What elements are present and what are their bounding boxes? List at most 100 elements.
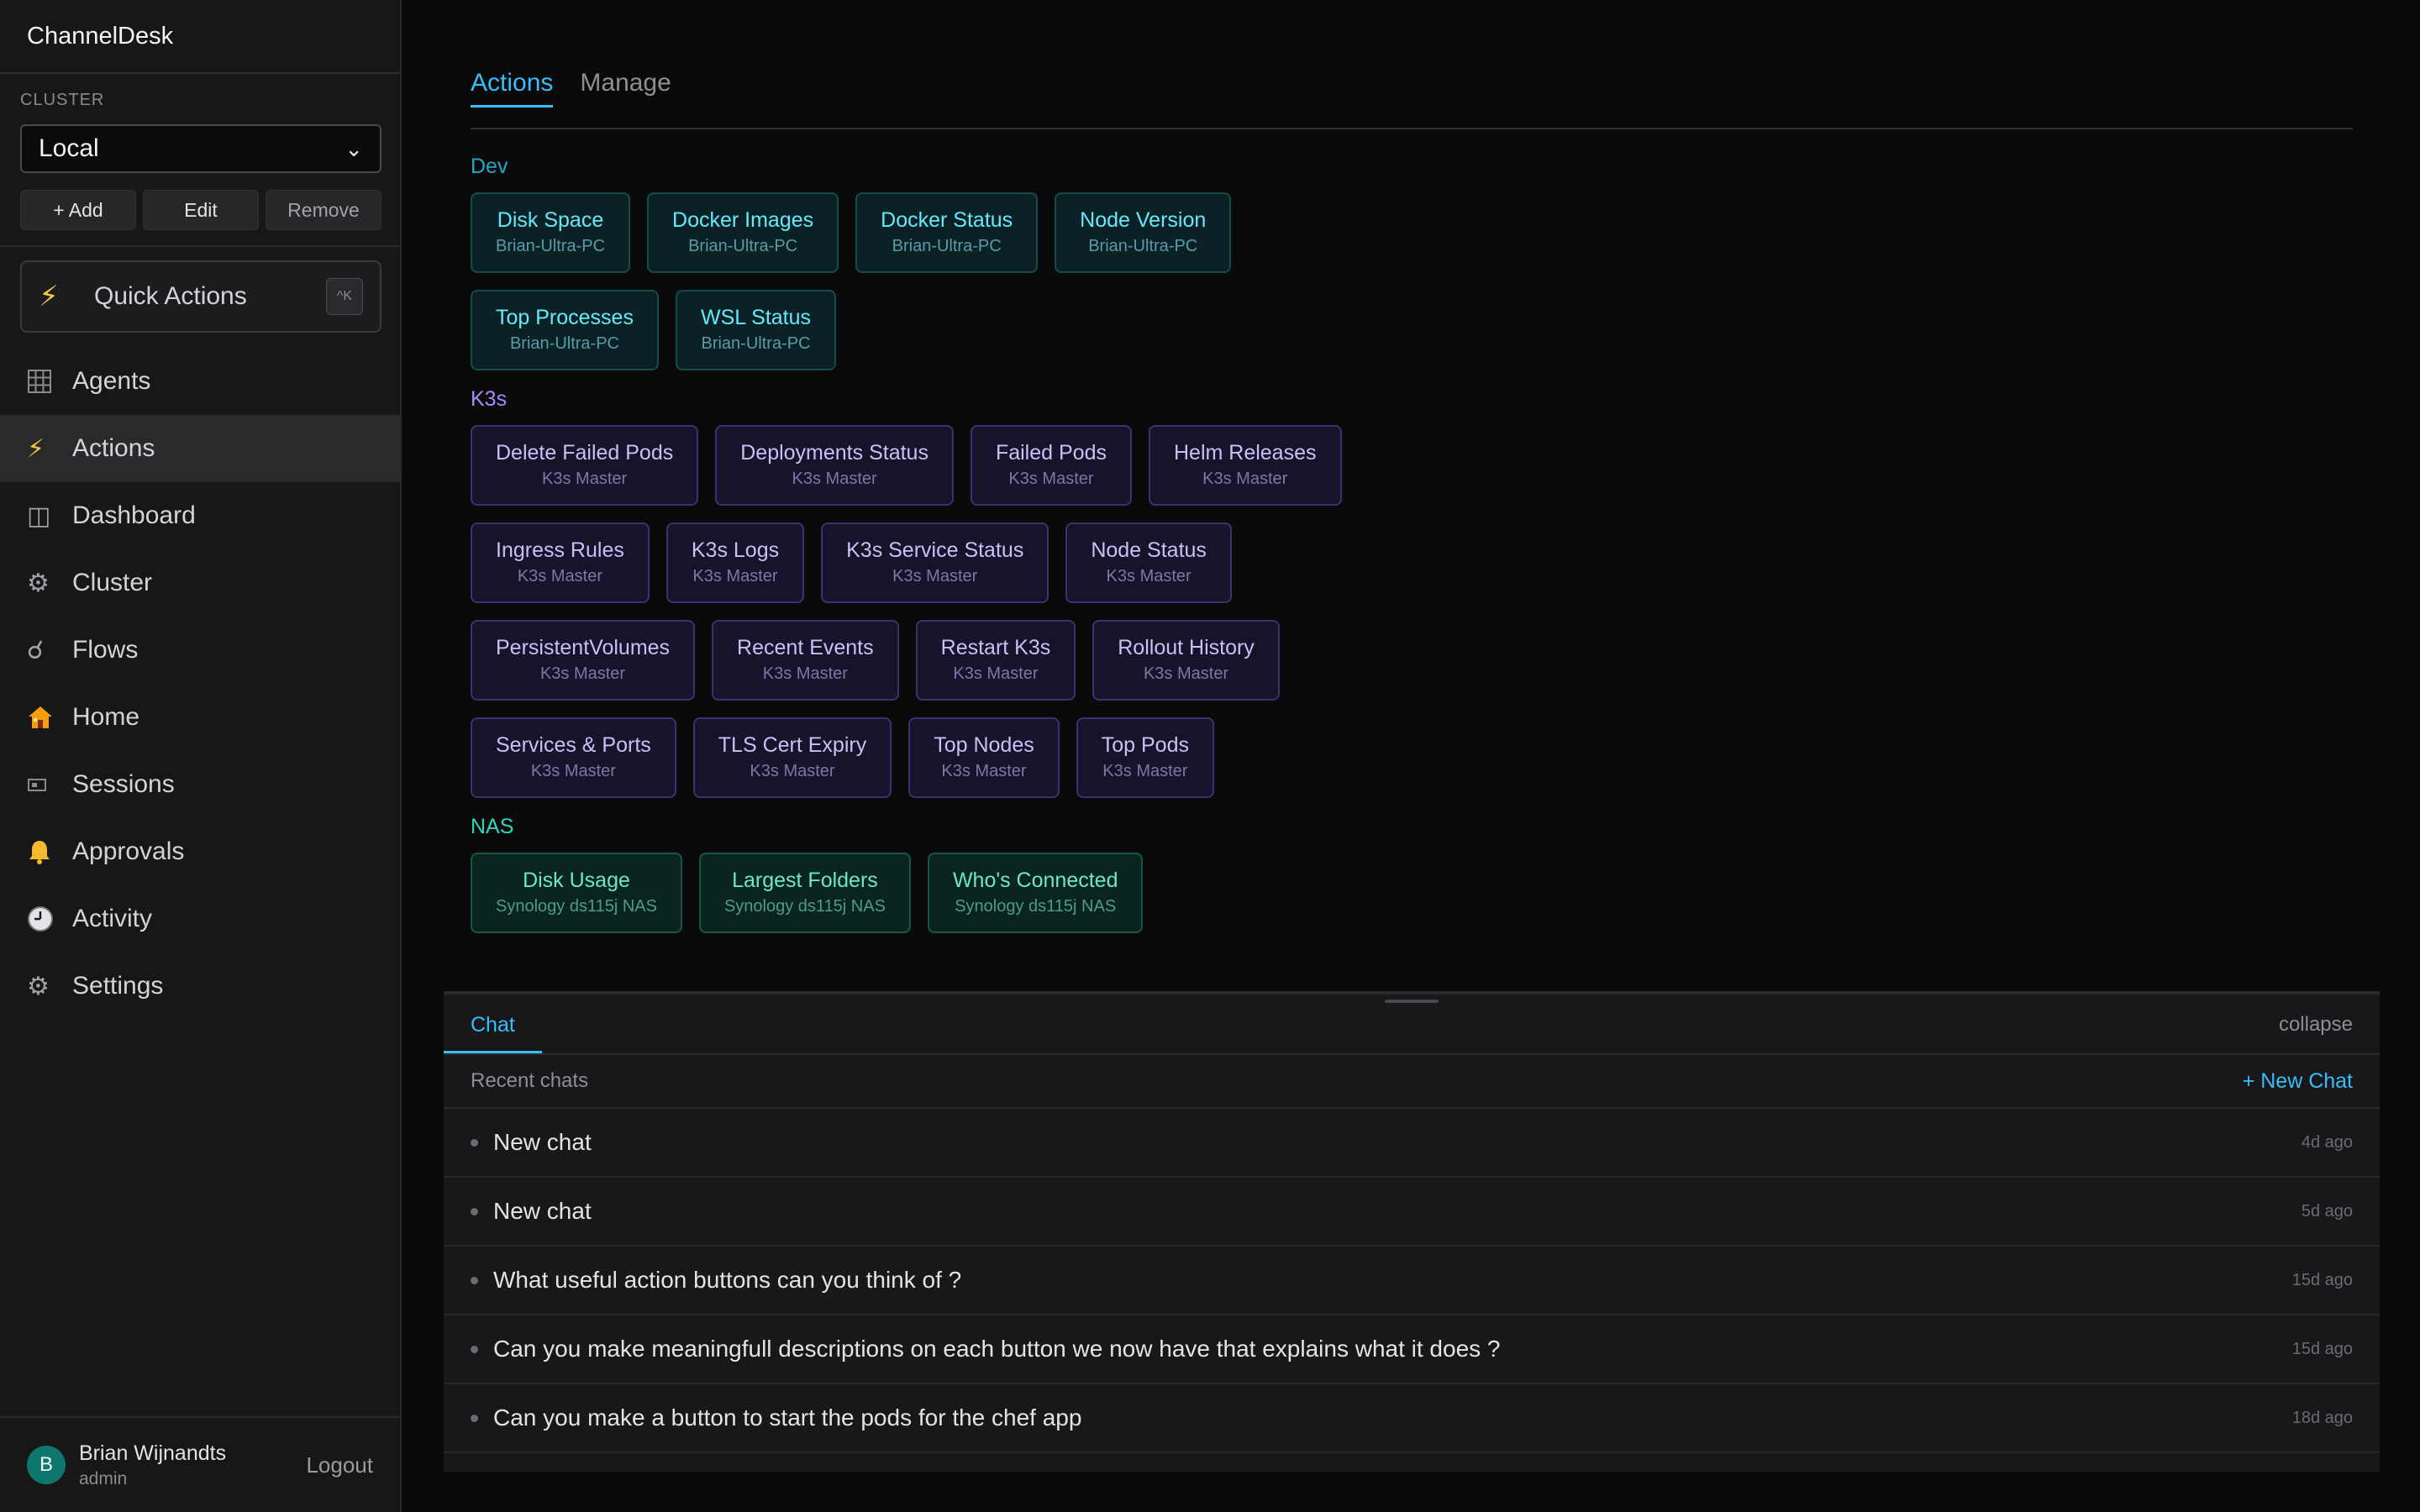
quick-actions-button[interactable]: ⚡ Quick Actions ^K [20, 260, 381, 333]
add-cluster-button[interactable]: + Add [20, 190, 136, 230]
chat-list-item[interactable]: New chat 5d ago [444, 1178, 2380, 1247]
action-button-title: Recent Events [737, 636, 874, 659]
action-button-target: K3s Master [1202, 470, 1288, 488]
sidebar-item-sessions[interactable]: Sessions [0, 751, 400, 818]
action-button-docker-status[interactable]: Docker Status Brian-Ultra-PC [855, 192, 1039, 273]
new-chat-button[interactable]: + New Chat [2243, 1069, 2353, 1094]
resize-handle[interactable] [1385, 1000, 1439, 1003]
action-button-target: Brian-Ultra-PC [701, 334, 811, 353]
chat-timestamp: 18d ago [2291, 1408, 2353, 1427]
action-button-target: Brian-Ultra-PC [496, 237, 606, 255]
action-button-deployments-status[interactable]: Deployments Status K3s Master [715, 425, 954, 506]
action-button-tls-cert-expiry[interactable]: TLS Cert Expiry K3s Master [692, 717, 892, 798]
action-button-rollout-history[interactable]: Rollout History K3s Master [1092, 620, 1280, 701]
action-button-target: K3s Master [517, 567, 602, 585]
sessions-icon [27, 776, 69, 793]
quick-actions-label: Quick Actions [94, 282, 247, 310]
chat-list-item[interactable]: What useful action buttons can you think… [444, 1247, 2380, 1315]
action-button-persistentvolumes[interactable]: PersistentVolumes K3s Master [471, 620, 696, 701]
chat-title: What useful action buttons can you think… [493, 1267, 962, 1293]
chat-list-item[interactable]: Can you make a button to start the pods … [444, 1384, 2380, 1453]
action-button-helm-releases[interactable]: Helm Releases K3s Master [1148, 425, 1342, 506]
chat-title: Can you make a button to start the pods … [493, 1404, 1082, 1431]
flow-icon: ☌ [27, 636, 45, 664]
tab-manage[interactable]: Manage [580, 66, 671, 108]
sidebar-item-label: Actions [72, 434, 155, 462]
collapse-button[interactable]: collapse [2279, 1013, 2353, 1053]
action-button-target: Brian-Ultra-PC [688, 237, 798, 255]
action-button-disk-usage[interactable]: Disk Usage Synology ds115j NAS [471, 853, 682, 933]
bullet-icon [471, 1345, 478, 1353]
action-button-row: Disk Usage Synology ds115j NAS Largest Fol… [471, 853, 1344, 933]
action-button-services-ports[interactable]: Services & Ports K3s Master [471, 717, 676, 798]
user-role: admin [79, 1468, 128, 1488]
action-button-restart-k3s[interactable]: Restart K3s K3s Master [915, 620, 1076, 701]
action-button-title: Docker Images [672, 208, 814, 232]
action-button-top-pods[interactable]: Top Pods K3s Master [1076, 717, 1214, 798]
sidebar-item-settings[interactable]: ⚙ Settings [0, 953, 400, 1020]
action-groups: Dev Disk Space Brian-Ultra-PC Docker Images… [471, 155, 2353, 950]
action-button-top-processes[interactable]: Top Processes Brian-Ultra-PC [471, 290, 659, 370]
action-button-node-version[interactable]: Node Version Brian-Ultra-PC [1055, 192, 1232, 273]
action-button-delete-failed-pods[interactable]: Delete Failed Pods K3s Master [471, 425, 699, 506]
sidebar: ChannelDesk CLUSTER Local ⌄ + Add Edit R… [0, 0, 402, 1512]
action-button-node-status[interactable]: Node Status K3s Master [1065, 522, 1232, 603]
action-button-row: Disk Space Brian-Ultra-PC Docker Images Bri… [471, 192, 1344, 370]
main-tabs: Actions Manage [471, 66, 2353, 129]
action-button-wsl-status[interactable]: WSL Status Brian-Ultra-PC [675, 290, 837, 370]
group-title: Dev [471, 155, 508, 178]
sidebar-item-cluster[interactable]: ⚙ Cluster [0, 549, 400, 617]
sidebar-item-flows[interactable]: ☌ Flows [0, 617, 400, 684]
action-button-docker-images[interactable]: Docker Images Brian-Ultra-PC [647, 192, 839, 273]
tab-chat[interactable]: Chat [444, 1013, 542, 1053]
action-button-largest-folders[interactable]: Largest Folders Synology ds115j NAS [698, 853, 911, 933]
sidebar-item-actions[interactable]: ⚡ Actions [0, 415, 400, 482]
remove-cluster-button[interactable]: Remove [266, 190, 381, 230]
action-button-target: K3s Master [530, 762, 616, 780]
cluster-select[interactable]: Local ⌄ [20, 124, 381, 173]
action-button-target: K3s Master [542, 470, 628, 488]
chat-list-item[interactable]: Can you make meaningfull descriptions on… [444, 1315, 2380, 1384]
action-button-k3s-logs[interactable]: K3s Logs K3s Master [666, 522, 805, 603]
action-button-recent-events[interactable]: Recent Events K3s Master [712, 620, 899, 701]
shortcut-badge: ^K [326, 278, 363, 315]
user-name: Brian Wijnandts [79, 1441, 227, 1465]
sidebar-item-dashboard[interactable]: ◫ Dashboard [0, 482, 400, 549]
app-title: ChannelDesk [0, 0, 400, 74]
action-button-top-nodes[interactable]: Top Nodes K3s Master [908, 717, 1060, 798]
action-button-target: K3s Master [750, 762, 835, 780]
edit-cluster-button[interactable]: Edit [143, 190, 259, 230]
action-button-target: Brian-Ultra-PC [892, 237, 1002, 255]
action-button-target: K3s Master [1008, 470, 1094, 488]
action-button-ingress-rules[interactable]: Ingress Rules K3s Master [471, 522, 650, 603]
sidebar-item-agents[interactable]: Agents [0, 348, 400, 415]
main-content: Actions Manage Dev Disk Space Brian-Ultra-… [403, 0, 2420, 1512]
action-button-target: Synology ds115j NAS [723, 897, 886, 916]
sidebar-item-approvals[interactable]: Approvals [0, 818, 400, 885]
action-group-dev: Dev Disk Space Brian-Ultra-PC Docker Images… [471, 155, 2353, 370]
clock-icon [27, 906, 69, 932]
tab-actions[interactable]: Actions [471, 66, 554, 108]
action-button-target: K3s Master [941, 762, 1027, 780]
gear-icon: ⚙ [27, 972, 50, 1000]
sidebar-item-home[interactable]: Home [0, 684, 400, 751]
chat-list-item[interactable]: New chat 4d ago [444, 1109, 2380, 1178]
logout-button[interactable]: Logout [306, 1452, 373, 1478]
action-button-target: Brian-Ultra-PC [509, 334, 619, 353]
action-button-who-s-connected[interactable]: Who's Connected Synology ds115j NAS [927, 853, 1144, 933]
bullet-icon [471, 1207, 478, 1215]
action-button-title: Delete Failed Pods [496, 441, 674, 465]
action-button-disk-space[interactable]: Disk Space Brian-Ultra-PC [471, 192, 631, 273]
action-button-title: TLS Cert Expiry [718, 733, 867, 757]
lightning-icon: ⚡ [27, 434, 45, 463]
chat-timestamp: 15d ago [2291, 1270, 2353, 1289]
action-button-target: K3s Master [1106, 567, 1192, 585]
sidebar-item-activity[interactable]: Activity [0, 885, 400, 953]
avatar: B [27, 1446, 66, 1484]
action-button-failed-pods[interactable]: Failed Pods K3s Master [970, 425, 1132, 506]
chat-title: New chat [493, 1129, 592, 1155]
action-button-target: Brian-Ultra-PC [1088, 237, 1198, 255]
dashboard-icon: ◫ [27, 501, 51, 530]
chat-title: New chat [493, 1198, 592, 1224]
action-button-k3s-service-status[interactable]: K3s Service Status K3s Master [821, 522, 1050, 603]
